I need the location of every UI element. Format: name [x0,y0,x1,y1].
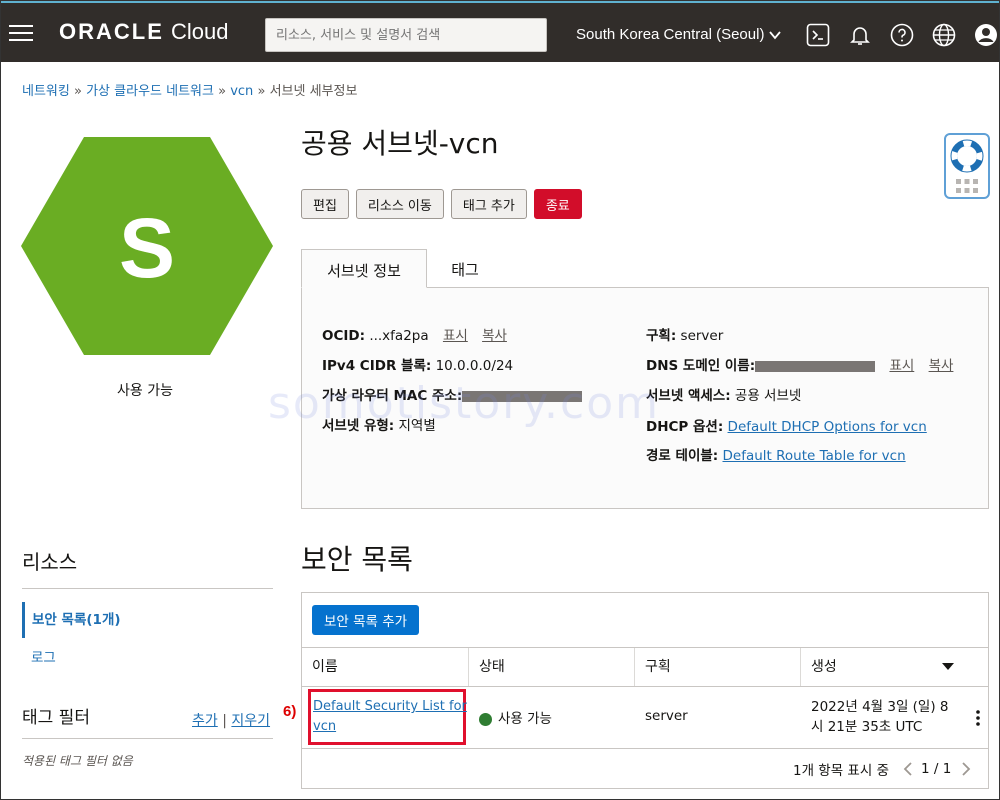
redacted-mac [462,390,583,402]
page-indicator: 1 / 1 [920,761,952,777]
route-table-link[interactable]: Default Route Table for vcn [723,448,906,464]
security-lists-table: 보안 목록 추가 이름 상태 구획 생성 Default Security Li… [301,592,989,789]
compartment-cell: server [645,708,688,724]
table-row: Default Security List for vcn 사용 가능 serve… [302,687,988,749]
tag-filter-add-link[interactable]: 추가 [192,713,218,729]
divider [22,588,273,589]
dns-show-link[interactable]: 표시 [889,358,914,374]
tag-filter-empty: 적용된 태그 필터 없음 [22,754,133,768]
move-resource-button[interactable]: 리소스 이동 [355,189,444,219]
chevron-down-icon [769,30,782,39]
security-list-link[interactable]: Default Security List for vcn [313,699,467,734]
divider [22,738,273,739]
pagination: 1개 항목 표시 중 1 / 1 [793,759,971,779]
step-annotation: 6) [283,703,297,720]
tab-tags[interactable]: 태그 [427,249,503,288]
resource-item-security-lists[interactable]: 보안 목록(1개) [22,602,121,638]
add-security-list-button[interactable]: 보안 목록 추가 [312,605,420,635]
cidr-row: IPv4 CIDR 블록: 10.0.0.0/24 [322,358,514,374]
resource-item-logs[interactable]: 로그 [22,646,56,666]
dns-copy-link[interactable]: 복사 [929,358,954,374]
lifebuoy-icon [950,139,984,173]
search-input[interactable] [265,18,547,52]
resource-status-label: 사용 가능 [117,383,173,399]
column-created[interactable]: 생성 [801,648,988,686]
help-icon[interactable] [890,23,914,47]
cloud-shell-icon[interactable] [806,23,830,47]
tag-filter-actions: 추가 | 지우기 [192,713,271,729]
add-tag-button[interactable]: 태그 추가 [450,189,527,219]
column-state[interactable]: 상태 [469,648,635,686]
region-selector[interactable]: South Korea Central (Seoul) [576,26,782,43]
dhcp-row: DHCP 옵션: Default DHCP Options for vcn [646,419,927,435]
redacted-dns [755,360,876,372]
subnet-info-panel: OCID: ...xfa2pa 표시 복사 IPv4 CIDR 블록: 10.0… [301,287,989,509]
chevron-left-icon[interactable] [903,761,913,777]
items-shown-label: 1개 항목 표시 중 [793,763,889,779]
tag-filter-clear-link[interactable]: 지우기 [231,713,270,729]
help-widget[interactable] [944,133,990,199]
created-cell: 2022년 4월 3일 (일) 8시 21분 35초 UTC [811,699,949,735]
subnet-type-row: 서브넷 유형: 지역별 [322,418,436,434]
subnet-hexagon-icon: S [21,137,273,355]
mac-row: 가상 라우터 MAC 주소: [322,384,583,404]
kebab-menu-icon[interactable] [975,709,981,727]
hexagon-letter: S [119,201,175,295]
route-table-row: 경로 테이블: Default Route Table for vcn [646,448,906,464]
page-title: 공용 서브넷-vcn [301,127,499,160]
globe-icon[interactable] [932,23,956,47]
oracle-cloud-logo[interactable]: ORACLE Cloud [59,19,229,45]
tag-filter-heading: 태그 필터 [22,708,90,728]
menu-icon[interactable] [9,25,33,41]
sort-down-icon [942,663,954,670]
state-cell: 사용 가능 [479,707,552,727]
action-buttons: 편집 리소스 이동 태그 추가 종료 [301,189,582,219]
top-navigation-bar: ORACLE Cloud South Korea Central (Seoul) [0,0,1000,62]
breadcrumb-current: 서브넷 세부정보 [269,84,358,99]
bell-icon[interactable] [848,23,872,47]
status-dot-icon [479,712,492,726]
terminate-button[interactable]: 종료 [533,189,582,219]
breadcrumb-vcn[interactable]: vcn [230,84,253,99]
column-compartment[interactable]: 구획 [635,648,801,686]
column-name[interactable]: 이름 [302,648,469,686]
grid-dots-icon [956,179,978,193]
breadcrumb-vcn-list[interactable]: 가상 클라우드 네트워크 [86,84,214,99]
chevron-right-icon[interactable] [961,761,971,777]
breadcrumb-networking[interactable]: 네트워킹 [22,84,70,99]
dhcp-options-link[interactable]: Default DHCP Options for vcn [728,419,927,435]
ocid-show-link[interactable]: 표시 [443,328,468,344]
user-profile-icon[interactable] [974,23,998,47]
security-list-name-cell: Default Security List for vcn [313,697,467,737]
compartment-row: 구획: server [646,328,724,344]
ocid-copy-link[interactable]: 복사 [482,328,507,344]
region-label: South Korea Central (Seoul) [576,26,765,43]
breadcrumb: 네트워킹 » 가상 클라우드 네트워크 » vcn » 서브넷 세부정보 [22,84,358,99]
dns-row: DNS 도메인 이름: 표시 복사 [646,358,954,374]
resources-heading: 리소스 [22,550,78,574]
table-header: 이름 상태 구획 생성 [302,647,988,687]
edit-button[interactable]: 편집 [301,189,349,219]
ocid-row: OCID: ...xfa2pa 표시 복사 [322,328,507,344]
security-lists-heading: 보안 목록 [301,543,413,576]
access-row: 서브넷 액세스: 공용 서브넷 [646,388,802,404]
tab-subnet-info[interactable]: 서브넷 정보 [301,249,427,288]
